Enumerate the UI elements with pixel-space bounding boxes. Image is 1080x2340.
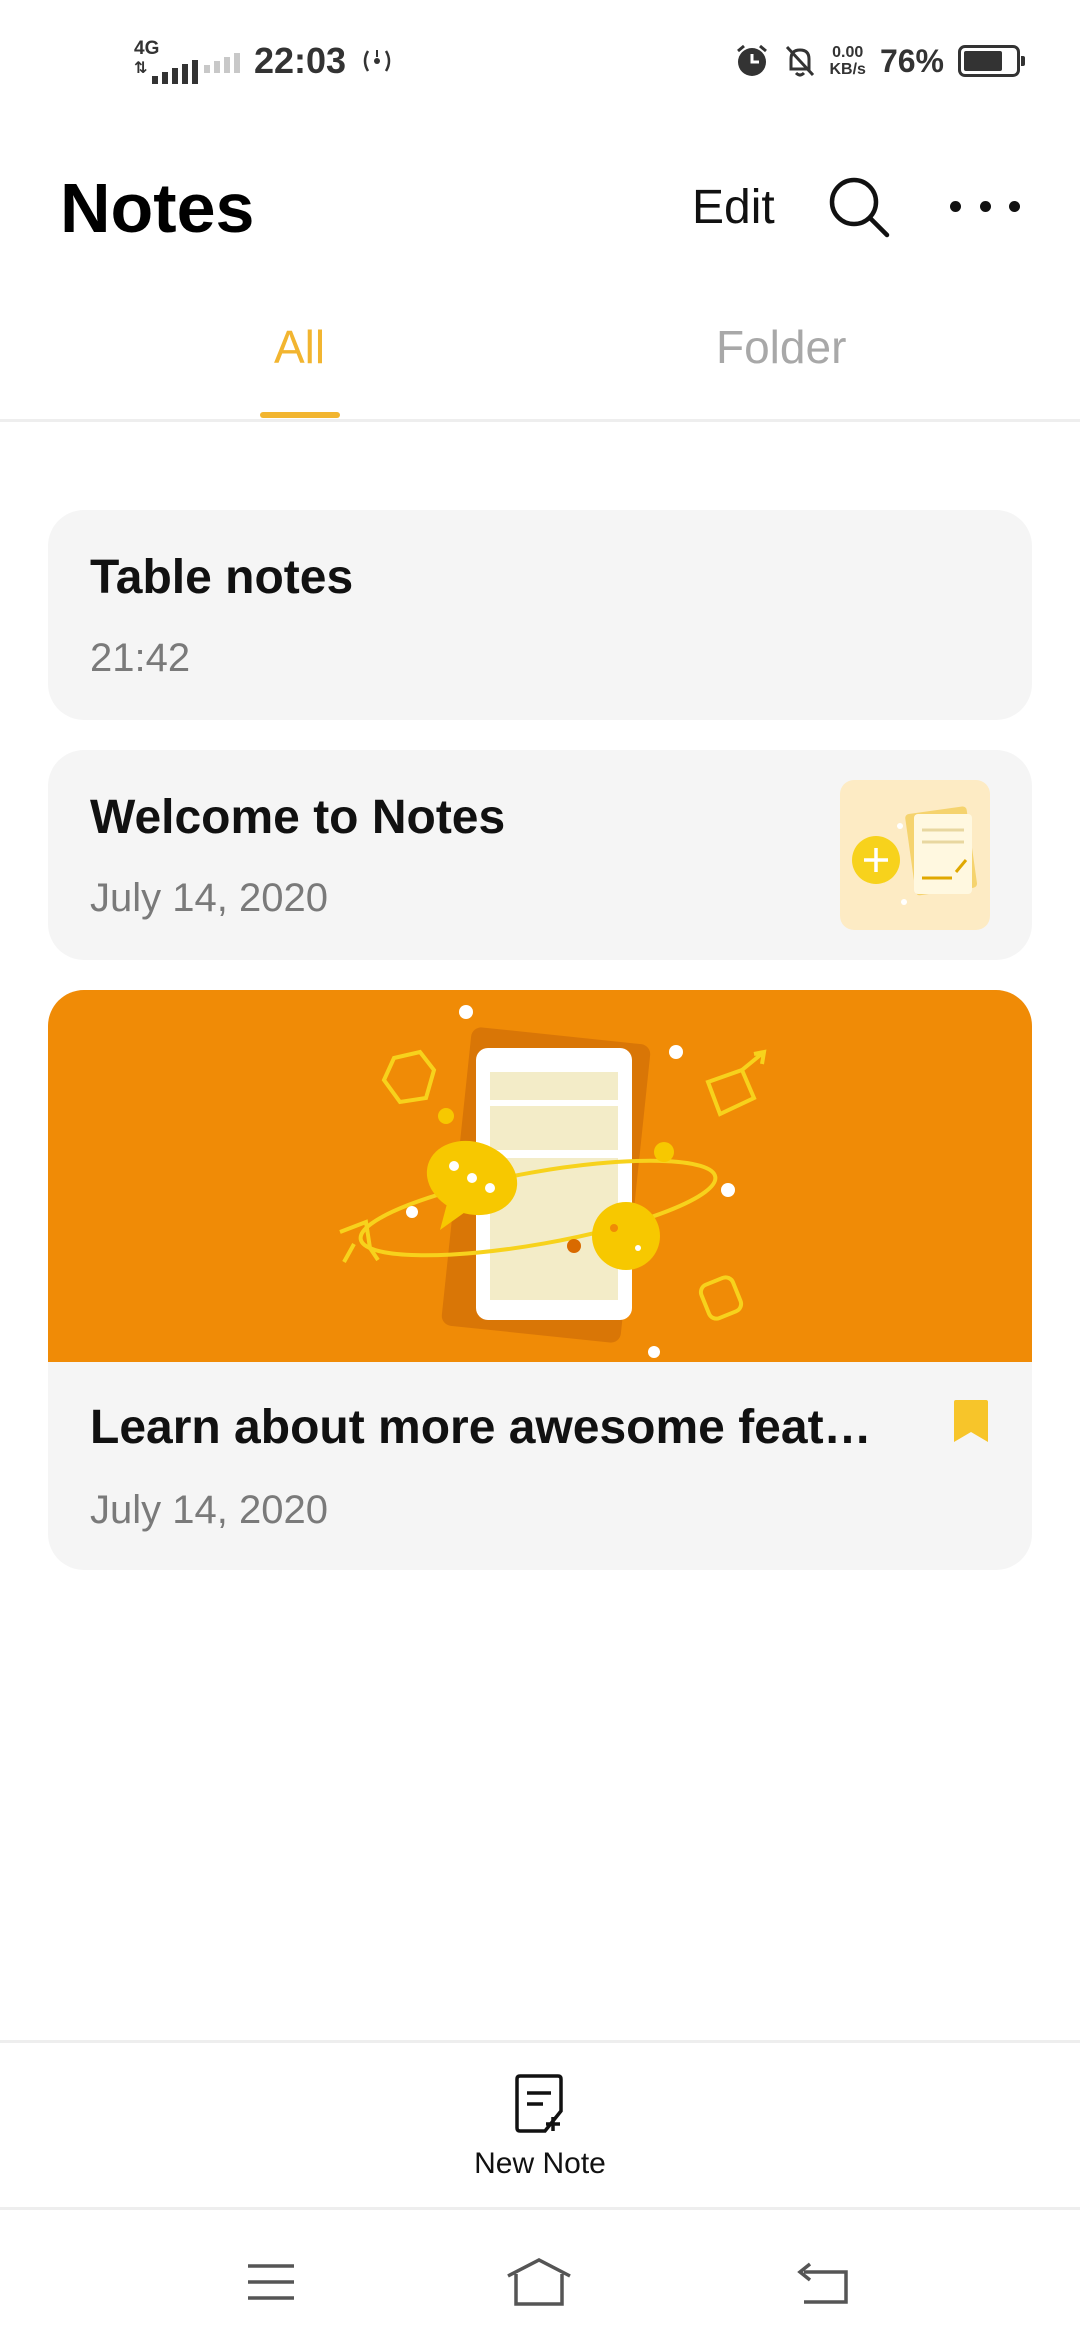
note-title: Table notes xyxy=(90,551,354,604)
note-card[interactable]: Table notes 21:42 xyxy=(48,510,1032,720)
note-title: Learn about more awesome feat… xyxy=(90,1401,872,1454)
note-card[interactable]: Welcome to Notes July 14, 2020 xyxy=(48,750,1032,960)
tab-folder[interactable]: Folder xyxy=(716,320,846,374)
app-header: Notes Edit xyxy=(0,160,1080,260)
battery-percent: 76% xyxy=(879,42,944,79)
status-left: 4G ⇅ 22:03 xyxy=(134,36,394,86)
edit-button[interactable]: Edit xyxy=(692,180,775,235)
note-title: Welcome to Notes xyxy=(90,791,506,844)
battery-icon xyxy=(958,45,1025,77)
new-note-icon xyxy=(515,2074,563,2133)
net-speed: 0.00 KB/s xyxy=(829,44,866,78)
note-date: 21:42 xyxy=(90,636,191,680)
signal-2-icon xyxy=(204,49,240,73)
home-icon[interactable] xyxy=(504,2252,574,2312)
alarm-icon xyxy=(736,44,767,76)
bookmark-icon[interactable] xyxy=(954,1400,988,1442)
page-title: Notes xyxy=(60,169,255,247)
new-note-button[interactable]: New Note xyxy=(440,2073,640,2193)
signal-icon: 4G ⇅ xyxy=(134,38,198,84)
menu-icon[interactable] xyxy=(236,2252,306,2312)
network-type: 4G xyxy=(134,38,160,59)
mute-icon xyxy=(785,45,814,77)
search-button[interactable] xyxy=(826,174,892,240)
search-icon xyxy=(829,177,890,238)
bottom-toolbar: New Note xyxy=(0,2040,1080,2210)
tab-bar: All Folder xyxy=(0,300,1080,422)
tab-indicator xyxy=(260,412,340,418)
note-card[interactable]: Learn about more awesome feat… July 14, … xyxy=(48,990,1032,1570)
clock: 22:03 xyxy=(254,40,347,81)
back-icon[interactable] xyxy=(790,2252,860,2312)
tab-all[interactable]: All xyxy=(274,320,325,374)
note-date: July 14, 2020 xyxy=(90,876,328,920)
status-bar: 4G ⇅ 22:03 0.00 KB/s 76% xyxy=(0,0,1080,120)
note-thumbnail xyxy=(840,780,990,930)
note-date: July 14, 2020 xyxy=(90,1488,328,1532)
status-right: 0.00 KB/s 76% xyxy=(734,36,1025,86)
system-navigation xyxy=(0,2212,1080,2340)
hotspot-icon xyxy=(363,50,391,72)
note-banner-image xyxy=(48,990,1032,1362)
more-icon[interactable] xyxy=(950,176,1020,236)
new-note-label: New Note xyxy=(474,2147,606,2180)
